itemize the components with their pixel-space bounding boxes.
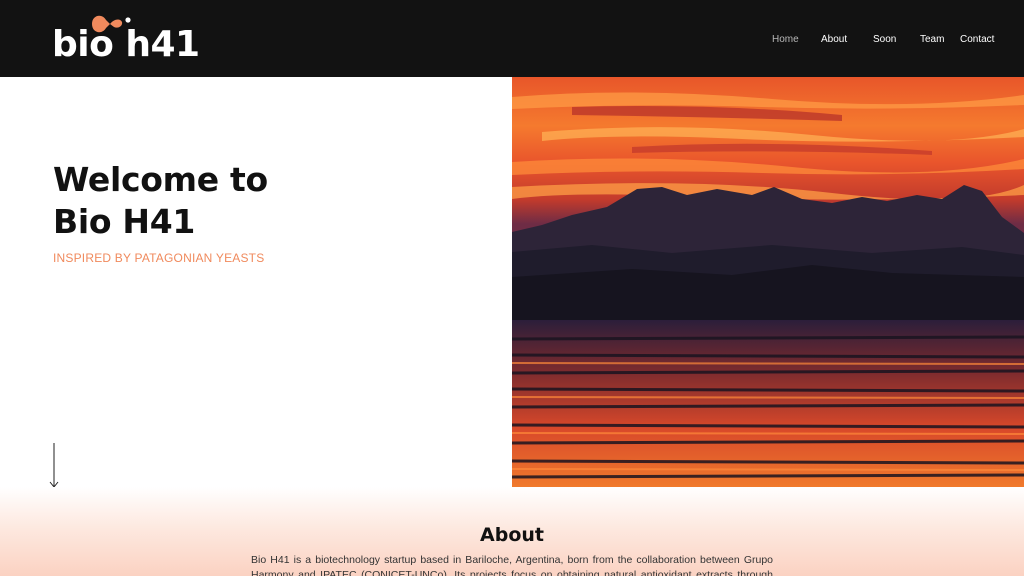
nav-about[interactable]: About — [821, 34, 847, 45]
logo-text: bio h41 — [52, 24, 200, 65]
nav-contact[interactable]: Contact — [960, 34, 994, 45]
hero-title: Welcome to Bio H41 — [53, 159, 268, 243]
hero-section: Welcome to Bio H41 INSPIRED BY PATAGONIA… — [0, 77, 512, 489]
about-section: About Bio H41 is a biotechnology startup… — [0, 487, 1024, 576]
nav-team[interactable]: Team — [920, 34, 944, 45]
hero-title-line1: Welcome to — [53, 160, 268, 199]
sunset-lake-image — [512, 77, 1024, 487]
nav-soon[interactable]: Soon — [873, 34, 896, 45]
hero-subtitle: INSPIRED BY PATAGONIAN YEASTS — [53, 251, 265, 265]
about-title: About — [480, 524, 544, 546]
arrow-down-icon[interactable] — [47, 443, 61, 489]
hero-title-line2: Bio H41 — [53, 202, 196, 241]
logo[interactable]: bio h41 — [52, 12, 200, 68]
nav-home[interactable]: Home — [772, 34, 799, 45]
site-header: bio h41 Home About Soon Team Contact — [0, 0, 1024, 77]
about-text: Bio H41 is a biotechnology startup based… — [251, 554, 773, 576]
hero-image — [512, 77, 1024, 487]
